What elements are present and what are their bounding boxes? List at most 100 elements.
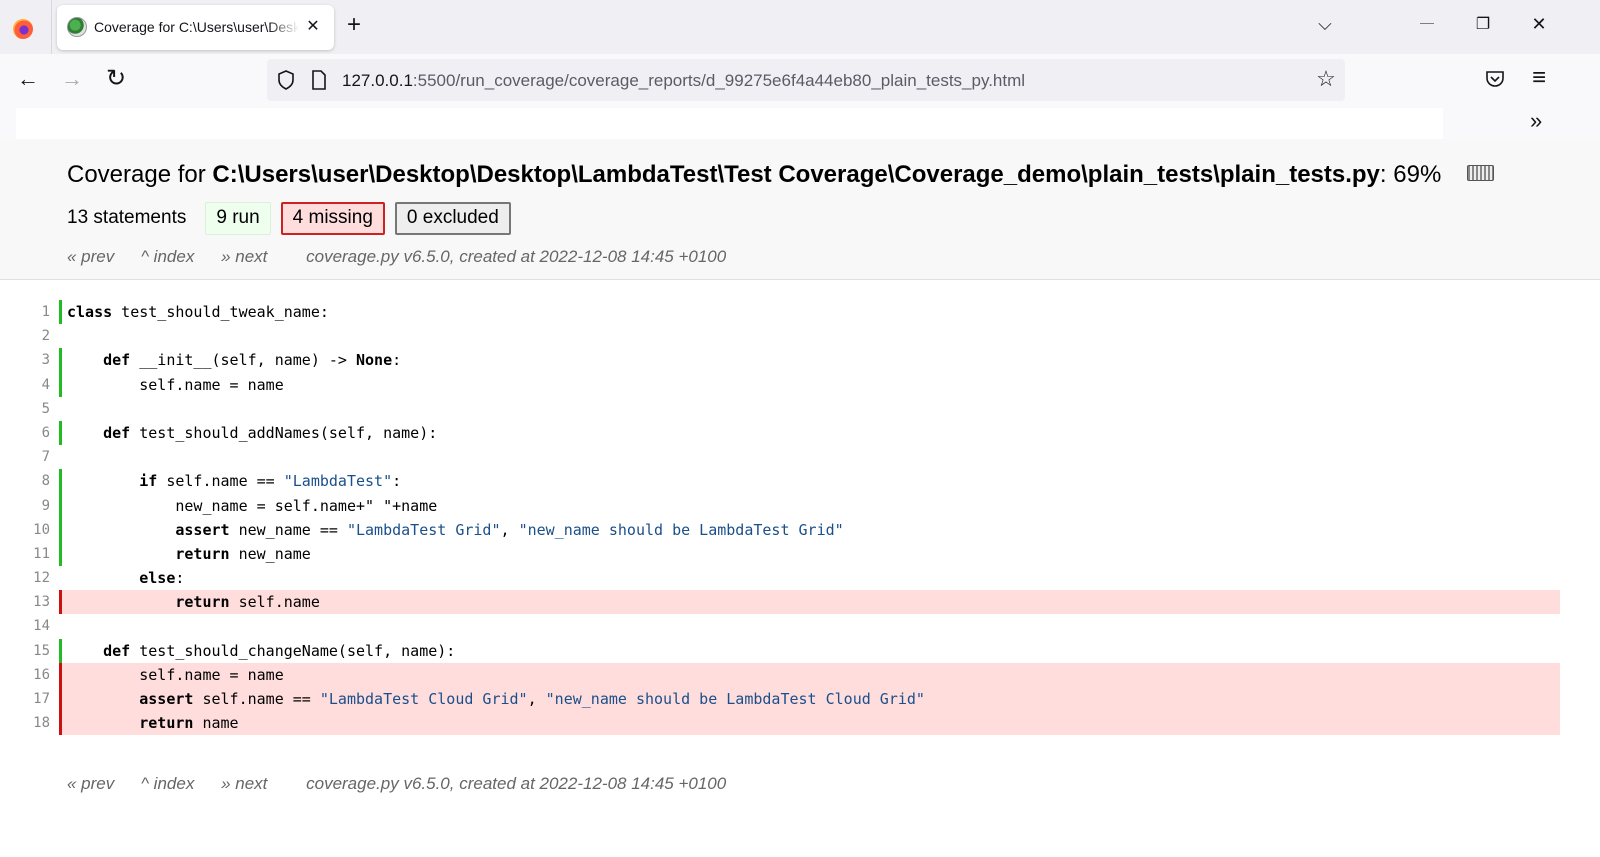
line-number[interactable]: 1 bbox=[0, 300, 50, 324]
line-number[interactable]: 18 bbox=[0, 711, 50, 735]
line-number[interactable]: 3 bbox=[0, 348, 50, 372]
next-link[interactable]: » next bbox=[221, 247, 267, 266]
source-line: 18 return name bbox=[0, 711, 1600, 736]
source-line: 6 def test_should_addNames(self, name): bbox=[0, 420, 1600, 446]
line-number[interactable]: 11 bbox=[0, 542, 50, 566]
code-token: test_should_changeName(self, name): bbox=[130, 641, 456, 660]
line-number[interactable]: 13 bbox=[0, 590, 50, 614]
line-number[interactable]: 5 bbox=[0, 397, 50, 421]
line-code: else: bbox=[62, 566, 1560, 590]
minimize-button[interactable]: — bbox=[1414, 14, 1440, 30]
line-number[interactable]: 6 bbox=[0, 421, 50, 445]
page-title: Coverage for C:\Users\user\Desktop\Deskt… bbox=[67, 161, 1441, 189]
source-line: 5 bbox=[0, 397, 1600, 421]
source-line: 4 self.name = name bbox=[0, 372, 1600, 397]
bookmarks-overflow-chevron-icon[interactable]: » bbox=[1530, 108, 1542, 134]
keyword-token: def bbox=[103, 351, 131, 370]
source-line: 8 if self.name == "LambdaTest": bbox=[0, 469, 1600, 494]
url-host: 127.0.0.1 bbox=[342, 71, 413, 90]
footer-nav: « prev ^ index » next coverage.py v6.5.0… bbox=[67, 774, 748, 794]
restore-button[interactable]: ❐ bbox=[1470, 14, 1496, 34]
prev-link[interactable]: « prev bbox=[67, 247, 114, 266]
keyword-token: def bbox=[103, 641, 131, 660]
code-token: , bbox=[527, 690, 546, 708]
line-number[interactable]: 10 bbox=[0, 518, 50, 542]
header-nav: « prev ^ index » next coverage.py v6.5.0… bbox=[67, 247, 748, 267]
keyword-token: return bbox=[175, 544, 230, 563]
forward-button[interactable]: → bbox=[58, 66, 86, 92]
keyword-token: return bbox=[175, 593, 230, 612]
string-token: "new_name should be LambdaTest Grid" bbox=[518, 520, 844, 539]
keyword-token: None bbox=[356, 351, 393, 370]
menu-hamburger-icon[interactable]: ≡ bbox=[1526, 64, 1552, 92]
new-tab-button[interactable]: + bbox=[341, 13, 367, 39]
coverage-percent: : 69% bbox=[1379, 161, 1442, 188]
string-token: "new_name should be LambdaTest Cloud Gri… bbox=[545, 690, 925, 708]
code-token: new_name = self.name+" "+name bbox=[67, 496, 438, 515]
page-icon[interactable] bbox=[311, 70, 327, 90]
created-info: coverage.py v6.5.0, created at 2022-12-0… bbox=[306, 247, 727, 266]
line-number[interactable]: 7 bbox=[0, 445, 50, 469]
source-line: 12 else: bbox=[0, 566, 1600, 590]
footer-index-link[interactable]: ^ index bbox=[141, 774, 194, 793]
tab-list-chevron-down-icon[interactable]: ⌵ bbox=[1312, 14, 1338, 35]
line-code: return new_name bbox=[62, 542, 1560, 566]
source-line: 1 class test_should_tweak_name: bbox=[0, 300, 1600, 325]
line-number[interactable]: 8 bbox=[0, 469, 50, 493]
index-link[interactable]: ^ index bbox=[141, 247, 194, 266]
code-token: self.name == bbox=[193, 690, 320, 708]
line-number[interactable]: 16 bbox=[0, 663, 50, 687]
tab-coverage-report[interactable]: Coverage for C:\Users\user\Desktop\Deskt… bbox=[57, 5, 334, 50]
line-number[interactable]: 17 bbox=[0, 687, 50, 711]
statements-count: 13 statements bbox=[67, 207, 187, 228]
line-code: self.name = name bbox=[62, 373, 1560, 397]
footer-next-link[interactable]: » next bbox=[221, 774, 267, 793]
code-token: name bbox=[193, 714, 239, 733]
line-code: return self.name bbox=[62, 590, 1560, 615]
window-close-button[interactable]: ✕ bbox=[1526, 14, 1552, 35]
url-path: :5500/run_coverage/coverage_reports/d_99… bbox=[412, 71, 1026, 90]
source-line: 13 return self.name bbox=[0, 590, 1600, 615]
line-number[interactable]: 12 bbox=[0, 566, 50, 590]
line-number[interactable]: 9 bbox=[0, 494, 50, 518]
keyword-token: return bbox=[139, 714, 194, 733]
pocket-icon[interactable] bbox=[1485, 70, 1505, 88]
run-toggle-button[interactable]: 9 run bbox=[205, 201, 271, 235]
string-token: "LambdaTest Grid" bbox=[346, 520, 501, 539]
string-token: "LambdaTest Cloud Grid" bbox=[319, 690, 528, 708]
reload-button[interactable]: ↻ bbox=[102, 64, 130, 93]
excluded-toggle-button[interactable]: 0 excluded bbox=[394, 201, 511, 235]
code-token: test_should_tweak_name: bbox=[112, 303, 329, 321]
source-line: 11 return new_name bbox=[0, 541, 1600, 567]
line-number[interactable]: 15 bbox=[0, 639, 50, 663]
source-line: 10 assert new_name == "LambdaTest Grid",… bbox=[0, 517, 1600, 542]
source-line: 3 def __init__(self, name) -> None: bbox=[0, 348, 1600, 373]
shield-icon[interactable] bbox=[277, 70, 295, 90]
keyword-token: class bbox=[67, 303, 113, 321]
url-bar[interactable]: 127.0.0.1:5500/run_coverage/coverage_rep… bbox=[267, 59, 1345, 101]
line-number[interactable]: 2 bbox=[0, 324, 50, 348]
bookmarks-area bbox=[16, 108, 1443, 142]
bookmark-star-icon[interactable]: ☆ bbox=[1313, 66, 1339, 92]
line-number[interactable]: 14 bbox=[0, 614, 50, 638]
line-number[interactable]: 4 bbox=[0, 373, 50, 397]
firefox-logo-icon[interactable] bbox=[13, 19, 33, 39]
keyboard-icon[interactable] bbox=[1467, 165, 1494, 181]
tab-close-button[interactable]: ✕ bbox=[301, 15, 325, 39]
file-path: C:\Users\user\Desktop\Desktop\LambdaTest… bbox=[212, 161, 1380, 188]
footer-prev-link[interactable]: « prev bbox=[67, 774, 114, 793]
line-code: def __init__(self, name) -> None: bbox=[62, 348, 1560, 372]
url-text[interactable]: 127.0.0.1:5500/run_coverage/coverage_rep… bbox=[342, 71, 1025, 91]
back-button[interactable]: ← bbox=[14, 66, 42, 92]
missing-toggle-button[interactable]: 4 missing bbox=[280, 201, 385, 235]
